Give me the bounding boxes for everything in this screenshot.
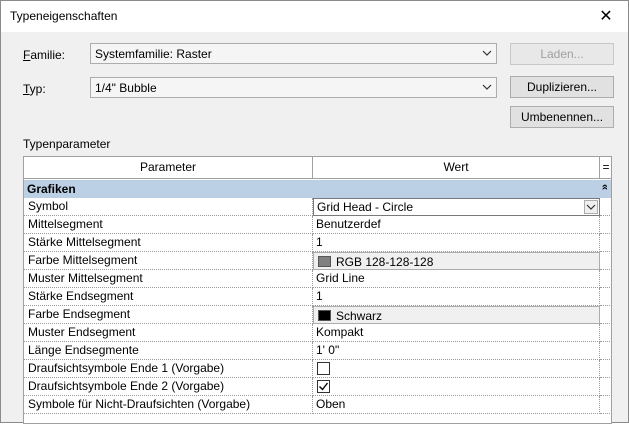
column-header-parameter[interactable]: Parameter: [24, 157, 313, 179]
parameter-value-cell[interactable]: 1: [313, 288, 600, 306]
formula-cell: [600, 288, 611, 306]
chevron-down-icon: [482, 84, 492, 90]
formula-cell: [600, 252, 611, 270]
parameter-value-cell[interactable]: 1: [313, 234, 600, 252]
parameter-name-cell: Farbe Mittelsegment: [24, 252, 313, 270]
column-header-value[interactable]: Wert: [313, 157, 600, 179]
parameter-value-cell[interactable]: 1' 0": [313, 342, 600, 360]
formula-cell: [600, 198, 611, 216]
family-select-value: Systemfamilie: Raster: [95, 47, 212, 61]
parameter-name-cell: Draufsichtsymbole Ende 2 (Vorgabe): [24, 378, 313, 396]
parameter-name-cell: Muster Mittelsegment: [24, 270, 313, 288]
type-label: Typ:: [23, 82, 46, 96]
table-row[interactable]: Draufsichtsymbole Ende 1 (Vorgabe): [24, 360, 611, 378]
rename-button[interactable]: Umbenennen...: [510, 106, 614, 128]
dialog-title: Typeneigenschaften: [10, 9, 118, 23]
color-value-text: RGB 128-128-128: [336, 255, 434, 269]
parameter-name-cell: Muster Endsegment: [24, 324, 313, 342]
group-header-graphics[interactable]: Grafiken »: [24, 180, 611, 198]
type-properties-dialog: Typeneigenschaften ✕ Familie: Systemfami…: [0, 0, 629, 424]
group-header-label: Grafiken: [27, 182, 76, 196]
formula-cell: [600, 306, 611, 324]
parameter-value-cell[interactable]: Kompakt: [313, 324, 600, 342]
color-picker-button[interactable]: Schwarz: [313, 306, 600, 324]
chevron-down-icon: [482, 50, 492, 56]
type-label-rest: yp:: [29, 82, 46, 96]
parameter-value-cell[interactable]: Oben: [313, 396, 600, 414]
type-label-accel: T: [23, 82, 30, 96]
formula-cell: [600, 378, 611, 396]
title-bar: Typeneigenschaften ✕: [1, 1, 628, 32]
parameter-name-cell: Mittelsegment: [24, 216, 313, 234]
parameter-value-cell[interactable]: Benutzerdef: [313, 216, 600, 234]
table-row[interactable]: Muster Mittelsegment Grid Line: [24, 270, 611, 288]
family-label: Familie:: [23, 48, 65, 62]
parameter-grid: Parameter Wert = Grafiken » Symbol Grid H…: [23, 156, 612, 424]
parameter-name-cell: Draufsichtsymbole Ende 1 (Vorgabe): [24, 360, 313, 378]
checkbox[interactable]: [317, 362, 330, 375]
table-row[interactable]: Draufsichtsymbole Ende 2 (Vorgabe): [24, 378, 611, 396]
color-value-text: Schwarz: [336, 309, 383, 323]
load-button[interactable]: Laden...: [510, 43, 614, 65]
table-row[interactable]: Länge Endsegmente 1' 0": [24, 342, 611, 360]
family-label-rest: amilie:: [30, 48, 66, 62]
table-row[interactable]: Muster Endsegment Kompakt: [24, 324, 611, 342]
parameter-value-cell[interactable]: Grid Line: [313, 270, 600, 288]
type-parameters-label: Typenparameter: [23, 137, 111, 151]
table-row[interactable]: Symbole für Nicht-Draufsichten (Vorgabe)…: [24, 396, 611, 414]
close-button[interactable]: ✕: [584, 1, 628, 32]
column-header-formula[interactable]: =: [600, 157, 611, 179]
type-select-value: 1/4" Bubble: [95, 81, 157, 95]
parameter-value-cell[interactable]: [313, 378, 600, 396]
color-swatch: [318, 310, 331, 321]
type-select[interactable]: 1/4" Bubble: [90, 77, 497, 98]
table-row[interactable]: Mittelsegment Benutzerdef: [24, 216, 611, 234]
table-row[interactable]: Stärke Endsegment 1: [24, 288, 611, 306]
parameter-name-cell: Stärke Endsegment: [24, 288, 313, 306]
color-picker-button[interactable]: RGB 128-128-128: [313, 252, 600, 270]
parameter-value-text: Grid Head - Circle: [317, 200, 414, 214]
table-row[interactable]: Farbe Endsegment Schwarz: [24, 306, 611, 324]
formula-cell: [600, 396, 611, 414]
formula-cell: [600, 270, 611, 288]
checkbox[interactable]: [317, 380, 330, 393]
formula-cell: [600, 342, 611, 360]
parameter-value-cell[interactable]: [313, 360, 600, 378]
table-row[interactable]: Stärke Mittelsegment 1: [24, 234, 611, 252]
duplicate-button[interactable]: Duplizieren...: [510, 76, 614, 98]
checkmark-icon: [319, 382, 329, 391]
formula-cell: [600, 360, 611, 378]
parameter-name-cell: Farbe Endsegment: [24, 306, 313, 324]
formula-cell: [600, 216, 611, 234]
family-select[interactable]: Systemfamilie: Raster: [90, 43, 497, 64]
formula-cell: [600, 234, 611, 252]
parameter-value-select[interactable]: Grid Head - Circle: [313, 198, 600, 216]
parameter-name-cell: Symbol: [24, 198, 313, 216]
parameter-name-cell: Länge Endsegmente: [24, 342, 313, 360]
parameter-name-cell: Stärke Mittelsegment: [24, 234, 313, 252]
parameter-name-cell: Symbole für Nicht-Draufsichten (Vorgabe): [24, 396, 313, 414]
collapse-icon[interactable]: »: [599, 184, 611, 190]
formula-cell: [600, 324, 611, 342]
chevron-down-icon[interactable]: [584, 200, 598, 214]
table-row[interactable]: Symbol Grid Head - Circle: [24, 198, 611, 216]
table-row[interactable]: Farbe Mittelsegment RGB 128-128-128: [24, 252, 611, 270]
color-swatch: [318, 256, 331, 267]
